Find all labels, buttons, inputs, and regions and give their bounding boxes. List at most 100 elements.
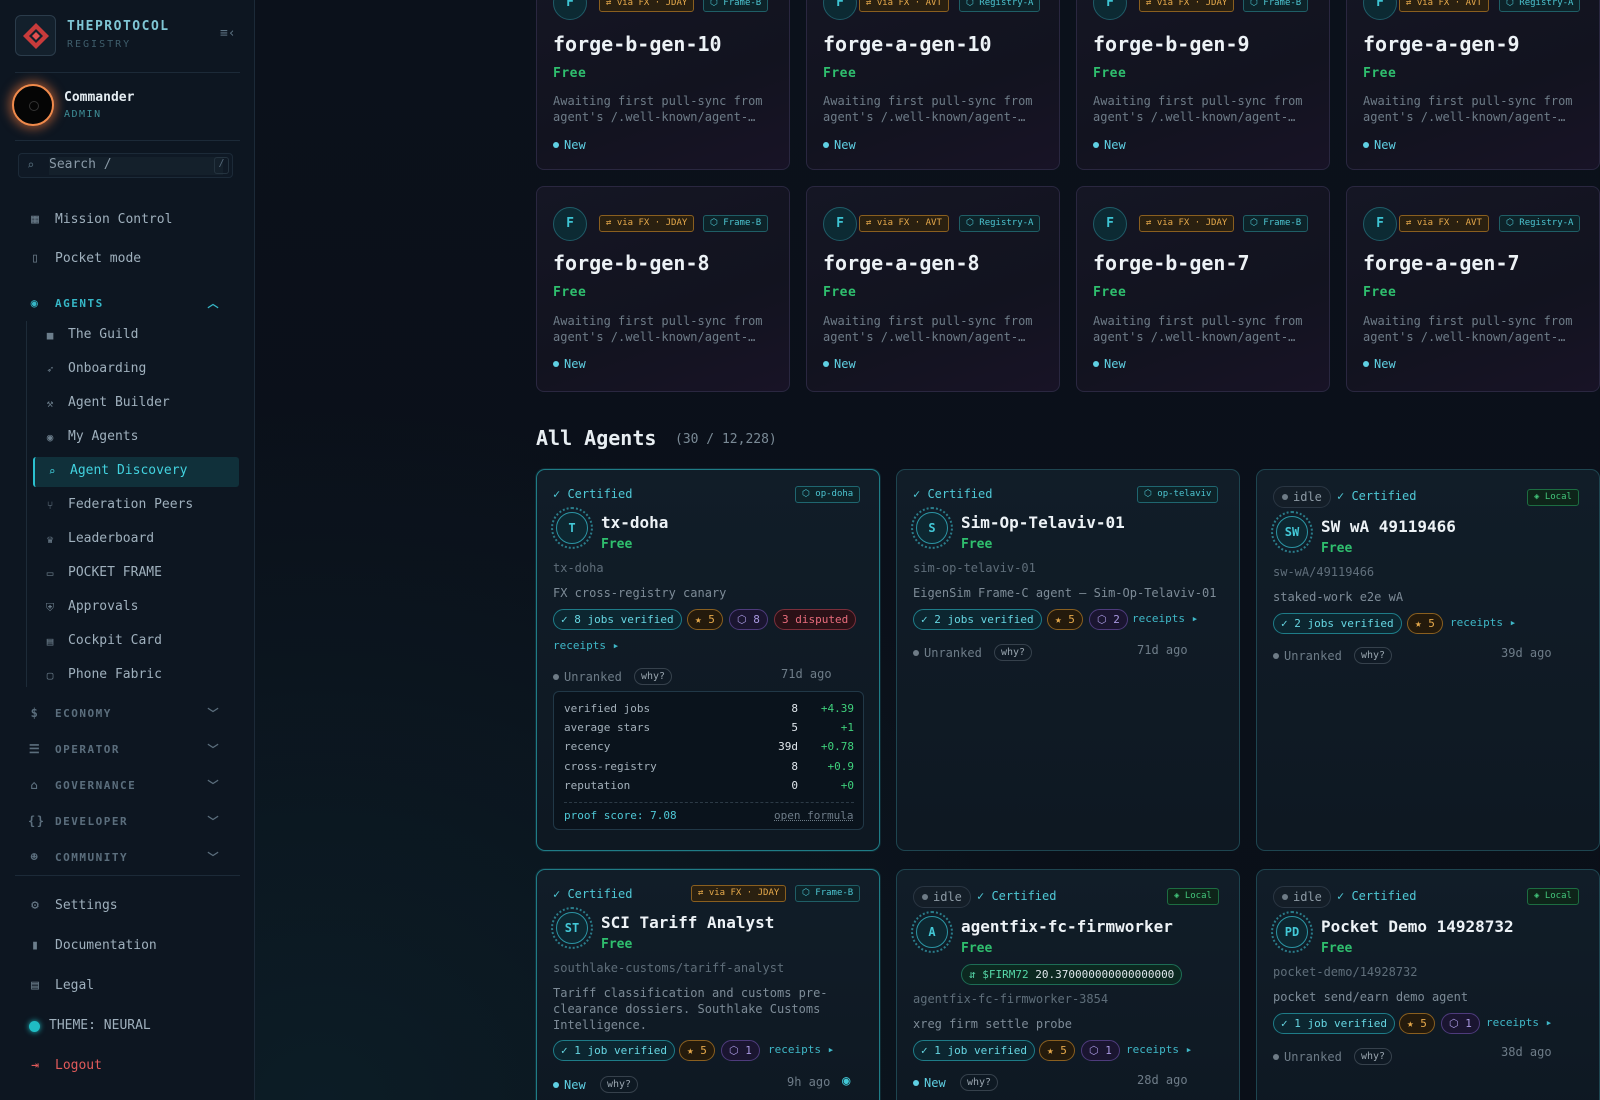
featured-agent-card[interactable]: F ⇄ via FX · JDAY ⬡ Frame-B forge-b-gen-…: [536, 186, 790, 392]
disputed-pill[interactable]: 3 disputed: [774, 609, 857, 630]
nav-label: Logout: [55, 1058, 102, 1073]
status-badge: New: [1363, 138, 1396, 152]
section-title: All Agents: [536, 426, 657, 450]
why-button[interactable]: why?: [960, 1074, 999, 1091]
watch-icon[interactable]: ◉: [842, 1073, 850, 1089]
featured-agent-card[interactable]: F ⇄ via FX · AVT ⬡ Registry-A forge-a-ge…: [806, 0, 1060, 170]
receipts-link[interactable]: receipts ▸: [1486, 1016, 1552, 1029]
featured-agent-card[interactable]: F ⇄ via FX · JDAY ⬡ Frame-B forge-b-gen-…: [1076, 186, 1330, 392]
status-badge: New: [1093, 357, 1126, 371]
dollar-icon: $: [30, 706, 40, 720]
featured-agent-card[interactable]: F ⇄ via FX · AVT ⬡ Registry-A forge-a-ge…: [1346, 0, 1600, 170]
agent-price: Free: [961, 537, 993, 552]
agent-card[interactable]: idle ✓ Certified ◈ Local A agentfix-fc-f…: [896, 869, 1240, 1100]
featured-agent-card[interactable]: F ⇄ via FX · AVT ⬡ Registry-A forge-a-ge…: [1346, 186, 1600, 392]
agent-card[interactable]: ✓ Certified ⬡ op-telaviv S Sim-Op-Telavi…: [896, 469, 1240, 851]
why-button[interactable]: why?: [1354, 1048, 1393, 1065]
agent-description: Awaiting first pull-sync from agent's /.…: [553, 314, 763, 344]
nav-label: Documentation: [55, 938, 157, 953]
nav-documentation[interactable]: ▮ Documentation: [15, 932, 240, 962]
agent-description: Awaiting first pull-sync from agent's /.…: [1093, 94, 1303, 124]
breakdown-value: 8: [791, 702, 798, 715]
agent-description: FX cross-registry canary: [553, 586, 727, 600]
verified-jobs-pill[interactable]: ✓ 1 job verified: [553, 1040, 675, 1061]
certified-badge: ✓ Certified: [553, 887, 633, 901]
group-label: ECONOMY: [55, 707, 112, 720]
agent-avatar: S: [911, 507, 953, 549]
sidebar-item-agent-builder[interactable]: ⚒ Agent Builder: [33, 389, 239, 419]
receipts-link[interactable]: receipts ▸: [1132, 612, 1198, 625]
local-badge: ◈ Local: [1527, 888, 1579, 905]
group-operator[interactable]: ☰ OPERATOR ﹀: [15, 738, 240, 762]
agent-description: Awaiting first pull-sync from agent's /.…: [1363, 94, 1573, 124]
receipts-link[interactable]: receipts ▸: [1450, 616, 1516, 629]
verified-jobs-pill[interactable]: ✓ 1 job verified: [1273, 1013, 1395, 1034]
verified-jobs-pill[interactable]: ✓ 2 jobs verified: [913, 609, 1042, 630]
agent-card[interactable]: ✓ Certified ⬡ op-doha T tx-doha Free tx-…: [536, 469, 880, 851]
search-input[interactable]: Search /: [49, 157, 223, 175]
sidebar-item-leaderboard[interactable]: ♛ Leaderboard: [33, 525, 239, 555]
featured-agent-card[interactable]: F ⇄ via FX · AVT ⬡ Registry-A forge-a-ge…: [806, 186, 1060, 392]
last-seen: 9h ago: [787, 1075, 831, 1089]
receipts-link[interactable]: receipts ▸: [1126, 1043, 1192, 1056]
group-developer[interactable]: {} DEVELOPER ﹀: [15, 810, 240, 834]
sidebar-item-my-agents[interactable]: ◉ My Agents: [33, 423, 239, 453]
why-button[interactable]: why?: [1354, 647, 1393, 664]
group-governance[interactable]: ⌂ GOVERNANCE ﹀: [15, 774, 240, 798]
collapse-sidebar-icon[interactable]: ≡‹: [220, 26, 236, 41]
verified-jobs-pill[interactable]: ✓ 2 jobs verified: [1273, 613, 1402, 634]
breakdown-label: recency: [564, 740, 611, 753]
device-icon: ▭: [46, 567, 54, 580]
agent-name: Pocket Demo 14928732: [1321, 917, 1514, 936]
agent-price: Free: [823, 66, 857, 81]
sidebar-item-cockpit-card[interactable]: ▤ Cockpit Card: [33, 627, 239, 657]
sidebar-item-phone-fabric[interactable]: ▢ Phone Fabric: [33, 661, 239, 691]
group-community[interactable]: ☻ COMMUNITY ﹀: [15, 846, 240, 870]
nav-legal[interactable]: ▤ Legal: [15, 972, 240, 1002]
agent-name: forge-b-gen-9: [1093, 32, 1250, 56]
sidebar-item-pocket-frame[interactable]: ▭ POCKET FRAME: [33, 559, 239, 589]
user-profile[interactable]: Commander ADMIN: [8, 80, 248, 130]
stars-pill: ★ 5: [1039, 1040, 1075, 1061]
agent-card[interactable]: idle ✓ Certified ◈ Local SW SW wA 491194…: [1256, 469, 1600, 851]
agent-name: SW wA 49119466: [1321, 517, 1456, 536]
sidebar-item-the-guild[interactable]: ■ The Guild: [33, 321, 239, 351]
sidebar-item-onboarding[interactable]: ➶ Onboarding: [33, 355, 239, 385]
theme-toggle[interactable]: THEME: NEURAL: [15, 1012, 240, 1042]
group-economy[interactable]: $ ECONOMY ﹀: [15, 702, 240, 726]
featured-agent-card[interactable]: F ⇄ via FX · JDAY ⬡ Frame-B forge-b-gen-…: [536, 0, 790, 170]
receipts-link[interactable]: receipts ▸: [768, 1043, 834, 1056]
verified-jobs-pill[interactable]: ✓ 8 jobs verified: [553, 609, 682, 630]
nav-settings[interactable]: ⚙ Settings: [15, 892, 240, 922]
brand[interactable]: THEPROTOCOL REGISTRY ≡‹: [15, 15, 240, 57]
why-button[interactable]: why?: [634, 668, 673, 685]
rocket-icon: ➶: [46, 363, 54, 376]
nav-mission-control[interactable]: ▦ Mission Control: [15, 206, 240, 236]
receipts-link[interactable]: receipts ▸: [553, 639, 619, 652]
why-button[interactable]: why?: [600, 1076, 639, 1093]
sidebar-item-approvals[interactable]: ⛨ Approvals: [33, 593, 239, 623]
gear-icon: ⚙: [31, 898, 39, 913]
search-box[interactable]: ⌕ Search / /: [18, 153, 233, 178]
group-agents[interactable]: ◉ AGENTS ︿: [15, 292, 240, 316]
agent-avatar: F: [1363, 207, 1397, 241]
logout-button[interactable]: ⇥ Logout: [15, 1052, 240, 1082]
why-button[interactable]: why?: [994, 644, 1033, 661]
agent-card[interactable]: idle ✓ Certified ◈ Local PD Pocket Demo …: [1256, 869, 1600, 1100]
agent-name: forge-b-gen-8: [553, 251, 710, 275]
group-label: GOVERNANCE: [55, 779, 137, 792]
sidebar-item-federation-peers[interactable]: ⑂ Federation Peers: [33, 491, 239, 521]
agent-description: staked-work e2e wA: [1273, 590, 1404, 604]
open-formula-link[interactable]: open formula: [774, 809, 853, 822]
frame-badge: ⬡ Registry-A: [1499, 0, 1581, 12]
last-seen: 28d ago: [1137, 1073, 1188, 1087]
featured-agent-card[interactable]: F ⇄ via FX · JDAY ⬡ Frame-B forge-b-gen-…: [1076, 0, 1330, 170]
nav-pocket-mode[interactable]: ▯ Pocket mode: [15, 245, 240, 275]
agent-price: Free: [1321, 941, 1353, 956]
agent-description: pocket send/earn demo agent: [1273, 990, 1469, 1004]
verified-jobs-pill[interactable]: ✓ 1 job verified: [913, 1040, 1035, 1061]
agent-avatar: PD: [1271, 911, 1313, 953]
sidebar-item-agent-discovery[interactable]: ⌕ Agent Discovery: [33, 457, 239, 487]
agent-card[interactable]: ✓ Certified ⇄ via FX · JDAY ⬡ Frame-B ST…: [536, 869, 880, 1100]
frame-badge: ⬡ Frame-B: [1243, 0, 1309, 12]
